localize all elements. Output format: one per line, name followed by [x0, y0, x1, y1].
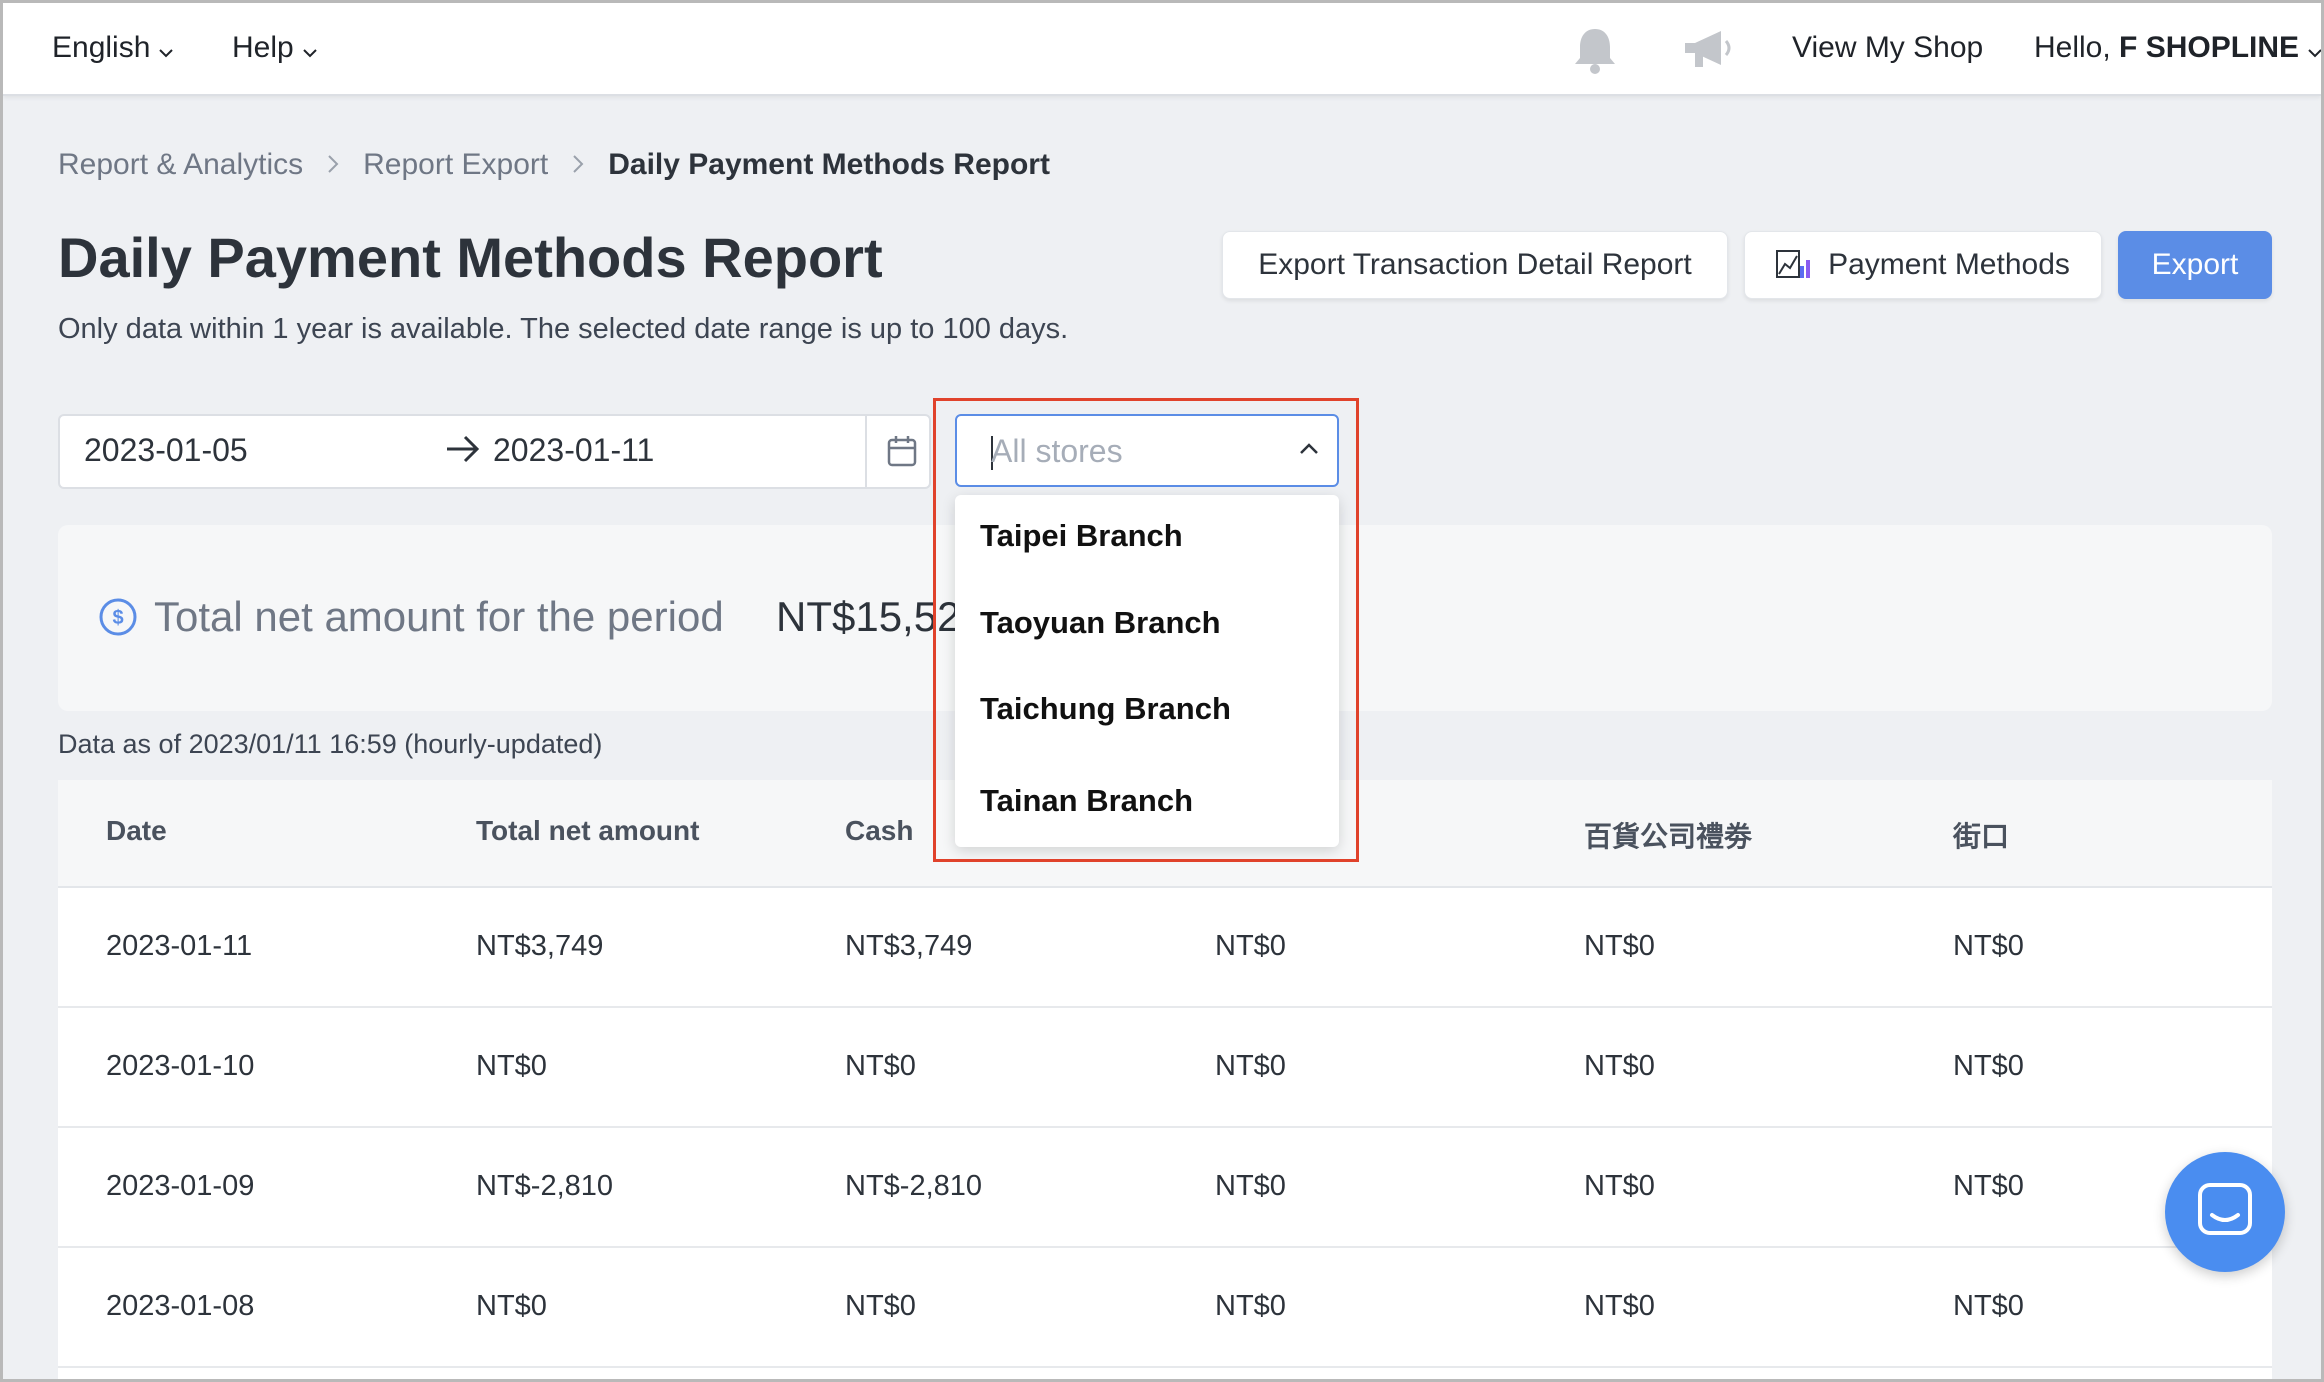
- cell-voucher: NT$0: [1584, 1170, 1655, 1202]
- cell-card: NT$0: [1215, 1170, 1286, 1202]
- export-transaction-label: Export Transaction Detail Report: [1258, 248, 1692, 281]
- user-name: F SHOPLINE: [2119, 31, 2300, 64]
- page-subtitle: Only data within 1 year is available. Th…: [58, 313, 1069, 345]
- column-header-cash: Cash: [845, 815, 914, 846]
- table-row: 2023-01-10 NT$0 NT$0 NT$0 NT$0 NT$0: [58, 1008, 2272, 1128]
- arrow-right-icon: [445, 434, 481, 469]
- cell-date: 2023-01-10: [106, 1050, 255, 1082]
- bell-icon[interactable]: [1571, 25, 1619, 80]
- user-menu[interactable]: Hello, F SHOPLINE: [2034, 27, 2321, 70]
- megaphone-icon[interactable]: [1681, 25, 1735, 80]
- store-search-input[interactable]: [991, 428, 1271, 474]
- chat-icon: [2196, 1181, 2254, 1244]
- payment-methods-button[interactable]: Payment Methods: [1744, 231, 2102, 299]
- cell-total-net: NT$3,749: [476, 930, 604, 962]
- breadcrumb-report-analytics[interactable]: Report & Analytics: [58, 148, 303, 182]
- cell-cash: NT$-2,810: [845, 1170, 983, 1202]
- export-transaction-detail-button[interactable]: Export Transaction Detail Report: [1222, 231, 1728, 299]
- cell-cash: NT$0: [845, 1290, 916, 1322]
- chevron-down-icon: [302, 28, 318, 70]
- payment-methods-table: Date Total net amount Cash rd 百貨公司禮劵 街口 …: [58, 780, 2272, 1379]
- cell-total-net: NT$-2,810: [476, 1170, 614, 1202]
- chevron-down-icon: [158, 28, 174, 70]
- table-row: 2023-01-09 NT$-2,810 NT$-2,810 NT$0 NT$0…: [58, 1128, 2272, 1248]
- export-label: Export: [2151, 248, 2239, 281]
- table-row: 2023-01-08 NT$0 NT$0 NT$0 NT$0 NT$0: [58, 1248, 2272, 1368]
- table-row: 2023-01-11 NT$3,749 NT$3,749 NT$0 NT$0 N…: [58, 888, 2272, 1008]
- view-my-shop-link[interactable]: View My Shop: [1792, 27, 1983, 69]
- chat-launcher-button[interactable]: [2165, 1152, 2285, 1272]
- export-button[interactable]: Export: [2118, 231, 2272, 299]
- cell-date: 2023-01-11: [106, 930, 253, 962]
- store-option-taipei[interactable]: Taipei Branch: [980, 518, 1183, 554]
- cell-card: NT$0: [1215, 1290, 1286, 1322]
- store-option-taichung[interactable]: Taichung Branch: [980, 691, 1231, 727]
- column-header-jkopay: 街口: [1953, 821, 2010, 852]
- chevron-up-icon[interactable]: [1299, 442, 1319, 460]
- cell-cash: NT$3,749: [845, 930, 973, 962]
- column-header-date: Date: [106, 815, 167, 846]
- store-option-taoyuan[interactable]: Taoyuan Branch: [980, 605, 1221, 641]
- start-date[interactable]: 2023-01-05: [84, 432, 248, 469]
- cell-total-net: NT$0: [476, 1290, 547, 1322]
- dollar-circle-icon: $: [98, 597, 138, 642]
- cell-card: NT$0: [1215, 930, 1286, 962]
- view-my-shop-label: View My Shop: [1792, 31, 1984, 64]
- store-dropdown-menu: Taipei Branch Taoyuan Branch Taichung Br…: [955, 495, 1339, 847]
- language-selector[interactable]: English: [52, 27, 174, 69]
- cell-card: NT$0: [1215, 1050, 1286, 1082]
- payment-methods-label: Payment Methods: [1828, 248, 2070, 281]
- cell-jkopay: NT$0: [1953, 1170, 2024, 1202]
- cell-jkopay: NT$0: [1953, 930, 2024, 962]
- store-select[interactable]: [955, 414, 1339, 487]
- store-option-tainan[interactable]: Tainan Branch: [980, 783, 1193, 819]
- breadcrumb-report-export[interactable]: Report Export: [363, 148, 548, 182]
- summary-label: Total net amount for the period: [154, 593, 724, 640]
- breadcrumb: Report & Analytics Report Export Daily P…: [58, 148, 1050, 182]
- greeting-text: Hello,: [2034, 31, 2111, 64]
- date-range-picker[interactable]: 2023-01-05 2023-01-11: [58, 414, 931, 489]
- divider: [865, 416, 867, 487]
- column-header-department-voucher: 百貨公司禮劵: [1584, 821, 1753, 852]
- cell-date: 2023-01-09: [106, 1170, 255, 1202]
- help-label: Help: [232, 31, 294, 64]
- cell-voucher: NT$0: [1584, 1290, 1655, 1322]
- app-window: English Help View My Shop Hello, F SHOPL…: [0, 0, 2324, 1382]
- chevron-right-icon: [327, 148, 339, 182]
- cell-jkopay: NT$0: [1953, 1290, 2024, 1322]
- end-date[interactable]: 2023-01-11: [493, 432, 654, 469]
- cell-total-net: NT$0: [476, 1050, 547, 1082]
- language-label: English: [52, 31, 151, 64]
- cell-voucher: NT$0: [1584, 930, 1655, 962]
- data-updated-note: Data as of 2023/01/11 16:59 (hourly-upda…: [58, 729, 603, 759]
- chevron-down-icon: [2307, 28, 2321, 70]
- help-menu[interactable]: Help: [232, 27, 318, 69]
- cell-date: 2023-01-08: [106, 1290, 255, 1322]
- column-header-total-net: Total net amount: [476, 815, 700, 846]
- chevron-right-icon: [572, 148, 584, 182]
- breadcrumb-current: Daily Payment Methods Report: [608, 148, 1050, 181]
- calendar-icon[interactable]: [887, 435, 917, 472]
- page-title: Daily Payment Methods Report: [58, 226, 883, 289]
- summary-amount: NT$15,52: [776, 593, 961, 640]
- cell-voucher: NT$0: [1584, 1050, 1655, 1082]
- cell-jkopay: NT$0: [1953, 1050, 2024, 1082]
- top-navigation-bar: English Help View My Shop Hello, F SHOPL…: [3, 3, 2321, 96]
- cell-cash: NT$0: [845, 1050, 916, 1082]
- chart-icon: [1776, 250, 1814, 280]
- svg-text:$: $: [112, 607, 123, 629]
